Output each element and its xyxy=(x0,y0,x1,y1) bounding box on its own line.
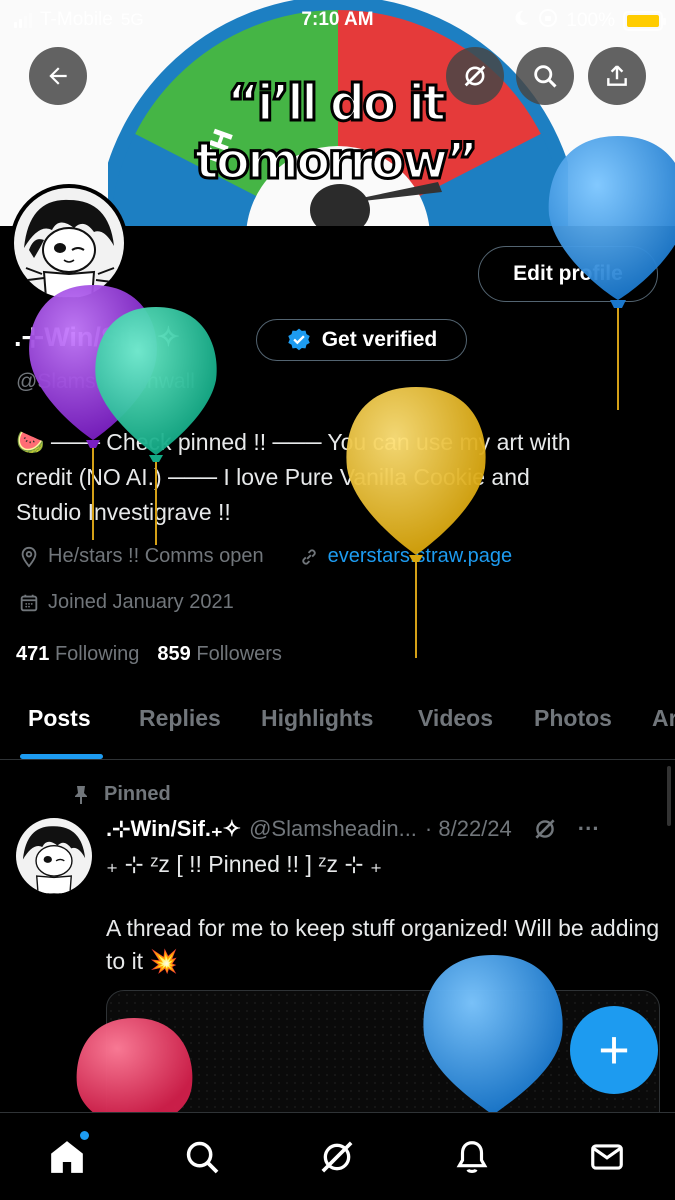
tab-replies[interactable]: Replies xyxy=(139,705,221,732)
edit-profile-button[interactable]: Edit profile xyxy=(478,246,658,302)
followers-label: Followers xyxy=(196,643,282,665)
tab-articles[interactable]: Articles xyxy=(652,705,675,732)
search-button[interactable] xyxy=(516,47,574,105)
post-date[interactable]: · 8/22/24 xyxy=(425,816,512,842)
post-author-handle[interactable]: @Slamsheadin... xyxy=(249,816,417,842)
post-header: .⊹Win/Sif.₊✧ @Slamsheadin... · 8/22/24 ·… xyxy=(106,816,600,842)
share-button[interactable] xyxy=(588,47,646,105)
grok-button[interactable] xyxy=(446,47,504,105)
tab-posts[interactable]: Posts xyxy=(28,705,91,732)
post-author-avatar[interactable] xyxy=(16,818,92,894)
pin-icon xyxy=(75,785,87,804)
active-tab-indicator xyxy=(20,754,103,759)
search-icon xyxy=(534,65,557,88)
bio-line: credit (NO AI.) ─── I love Pure Vanilla … xyxy=(16,464,530,490)
back-button[interactable] xyxy=(29,47,87,105)
tab-videos[interactable]: Videos xyxy=(418,705,493,732)
get-verified-button[interactable]: Get verified xyxy=(256,319,467,361)
display-name: .⊹Win/Sif.₊✧ xyxy=(14,322,180,352)
share-icon xyxy=(607,65,627,86)
nav-notifications[interactable] xyxy=(450,1135,494,1179)
followers-link[interactable]: 859 Followers xyxy=(157,643,282,666)
post-text-line: ₊ ⊹ ᶻz [ !! Pinned !! ] ᶻz ⊹ ₊ xyxy=(106,851,383,877)
link-icon xyxy=(301,548,316,565)
location-pin-icon xyxy=(21,546,37,568)
messages-icon xyxy=(591,1144,623,1170)
profile-bio: 🍉 ─── Check pinned !! ─── You can use my… xyxy=(16,425,656,530)
calendar-icon xyxy=(20,594,38,611)
bottom-navigation xyxy=(0,1112,675,1200)
profile-meta: He/stars !! Comms open everstars.straw.p… xyxy=(18,545,512,568)
location-text: He/stars !! Comms open xyxy=(48,545,264,567)
profile-tabs: Posts Replies Highlights Videos Photos A… xyxy=(0,688,675,760)
home-icon xyxy=(51,1141,83,1173)
notifications-icon xyxy=(456,1141,488,1174)
avatar-drawing xyxy=(16,818,92,894)
search-icon xyxy=(186,1141,219,1174)
follow-stats: 471 Following 859 Followers xyxy=(16,643,282,666)
joined-text: Joined January 2021 xyxy=(48,591,234,613)
bio-line: Studio Investigrave !! xyxy=(16,499,231,525)
nav-search[interactable] xyxy=(180,1135,224,1179)
more-options-icon[interactable]: ··· xyxy=(578,816,600,842)
following-count: 471 xyxy=(16,643,50,665)
battery-icon xyxy=(623,11,666,31)
profile-avatar[interactable] xyxy=(10,184,128,302)
website-link[interactable]: everstars.straw.page xyxy=(328,545,513,568)
post-author-name[interactable]: .⊹Win/Sif.₊✧ xyxy=(106,816,241,842)
status-bar: T-Mobile 5G 7:10 AM 100% xyxy=(0,0,675,40)
back-arrow-icon xyxy=(49,67,67,85)
grok-icon xyxy=(464,65,486,87)
pinned-label: Pinned xyxy=(104,783,171,805)
compose-button[interactable]: + xyxy=(570,1006,658,1094)
pinned-indicator: Pinned xyxy=(72,783,171,806)
battery-percent: 100% xyxy=(566,10,615,31)
get-verified-label: Get verified xyxy=(321,328,438,351)
nav-messages[interactable] xyxy=(585,1135,629,1179)
grok-icon xyxy=(321,1141,353,1173)
avatar-drawing xyxy=(14,188,124,298)
following-label: Following xyxy=(54,643,140,665)
bio-line: 🍉 ─── Check pinned !! ─── You can use my… xyxy=(16,429,571,455)
scrollbar[interactable] xyxy=(667,766,671,826)
followers-count: 859 xyxy=(157,643,191,665)
nav-home[interactable] xyxy=(45,1131,89,1179)
orientation-lock-icon xyxy=(538,8,558,34)
verified-badge-icon xyxy=(287,328,310,351)
notification-dot xyxy=(80,1131,89,1140)
nav-grok[interactable] xyxy=(315,1135,359,1179)
joined-row: Joined January 2021 xyxy=(18,591,234,614)
moon-icon xyxy=(512,9,530,33)
following-link[interactable]: 471 Following xyxy=(16,643,139,666)
tab-photos[interactable]: Photos xyxy=(534,705,612,732)
profile-handle: @Slamsheadinwall xyxy=(16,370,195,393)
grok-icon xyxy=(535,819,555,839)
post-text-body: A thread for me to keep stuff organized!… xyxy=(106,915,660,974)
tab-highlights[interactable]: Highlights xyxy=(261,705,373,732)
